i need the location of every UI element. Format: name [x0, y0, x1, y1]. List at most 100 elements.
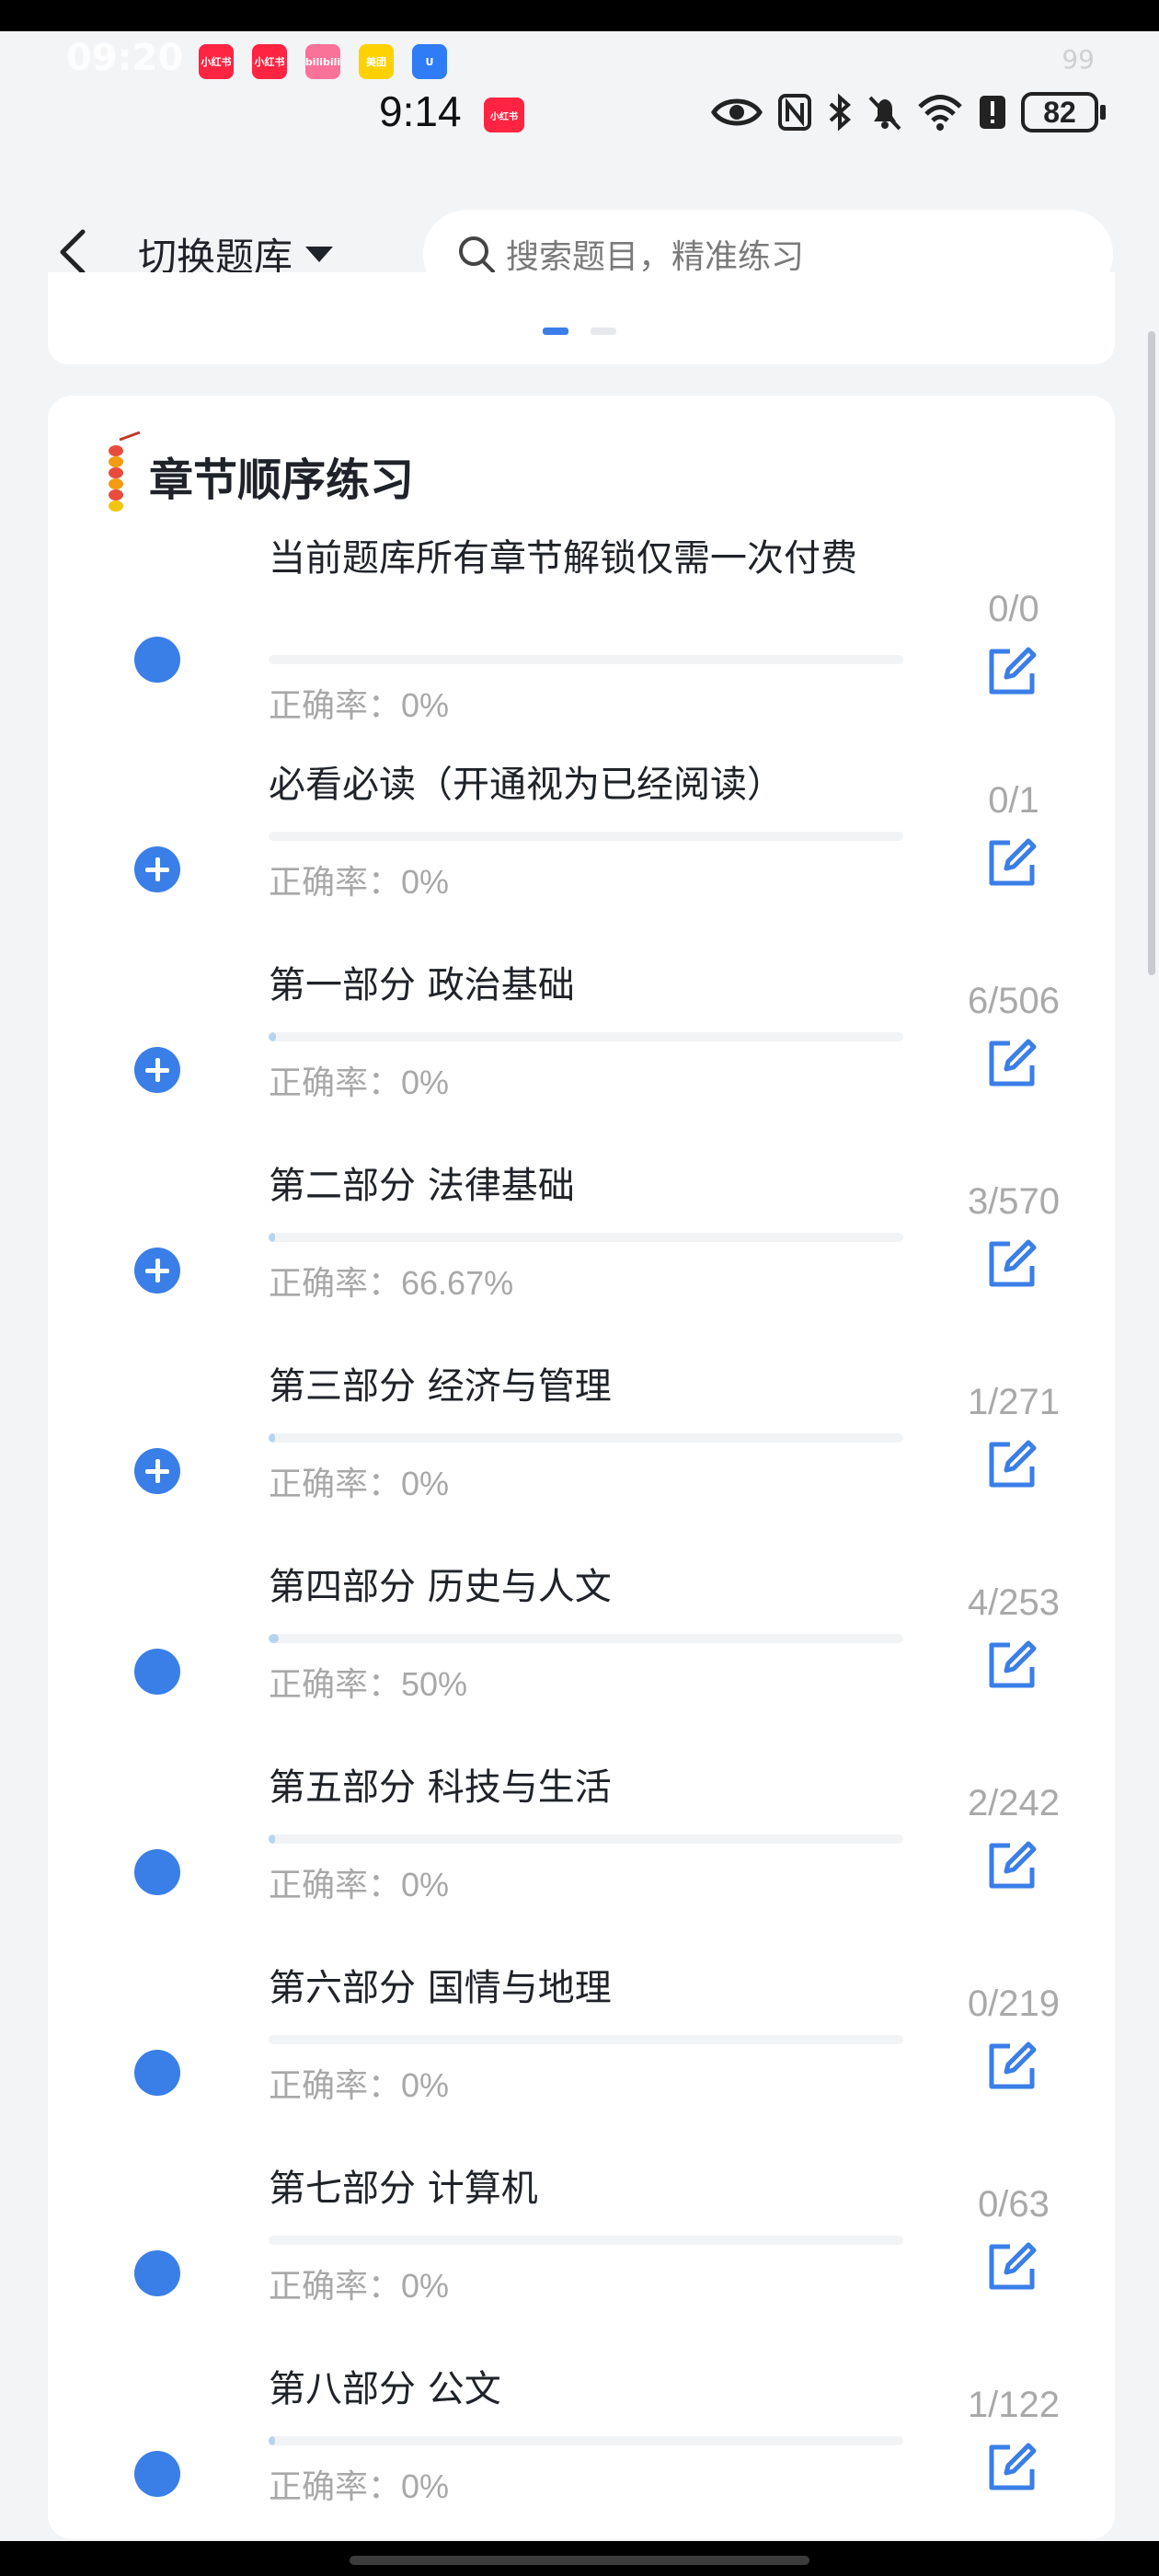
accuracy-value: 66.67% — [401, 1264, 514, 1302]
accuracy-label: 正确率： — [269, 1666, 402, 1704]
chapter-title[interactable]: 第五部分 科技与生活 — [269, 1763, 949, 1812]
progress-bar — [269, 1834, 903, 1844]
ghost-app-icon: bilibili — [305, 44, 340, 79]
chapter-row[interactable]: 第五部分 科技与生活 正确率：0% 2/242 — [48, 1763, 1115, 1963]
plus-icon-stroke — [155, 1058, 160, 1082]
question-count: 0/0 — [988, 589, 1039, 629]
question-count: 4/253 — [967, 1582, 1061, 1623]
edit-icon[interactable] — [982, 1235, 1041, 1294]
chapter-title[interactable]: 第一部分 政治基础 — [269, 960, 949, 1010]
chapter-row[interactable]: 第八部分 公文 正确率：0% 1/122 — [48, 2364, 1115, 2539]
chapter-dot[interactable] — [134, 637, 180, 683]
accuracy-text: 正确率：0% — [269, 1858, 449, 1906]
chapter-dot[interactable] — [134, 2050, 180, 2096]
edit-icon[interactable] — [982, 1435, 1041, 1494]
progress-fill — [269, 1433, 275, 1443]
accuracy-text: 正确率：0% — [269, 679, 449, 727]
search-icon — [459, 236, 495, 273]
question-count: 1/271 — [967, 1382, 1061, 1422]
question-count: 1/122 — [967, 2385, 1061, 2425]
edit-icon[interactable] — [982, 1836, 1041, 1895]
progress-bar — [269, 1032, 903, 1041]
eye-icon — [711, 98, 763, 126]
progress-bar — [269, 2236, 903, 2245]
expand-button[interactable] — [134, 1248, 180, 1294]
back-button[interactable] — [48, 224, 98, 280]
home-indicator[interactable] — [350, 2556, 809, 2565]
banner-card — [48, 272, 1115, 364]
accuracy-text: 正确率：0% — [269, 2260, 449, 2307]
edit-icon[interactable] — [982, 2438, 1041, 2497]
progress-fill — [269, 1834, 275, 1844]
chapter-title[interactable]: 第二部分 法律基础 — [269, 1161, 949, 1211]
chapter-row[interactable]: 必看必读（开通视为已经阅读） 正确率：0% 0/1 — [48, 760, 1115, 960]
progress-bar — [269, 2436, 903, 2445]
accuracy-value: 50% — [401, 1665, 468, 1703]
question-count: 0/219 — [967, 1984, 1061, 2024]
ghost-app-icon: U — [412, 44, 447, 79]
plus-icon-stroke — [155, 857, 160, 881]
accuracy-label: 正确率： — [269, 864, 402, 902]
chapter-row[interactable]: 第四部分 历史与人文正确率：50% 4/253 — [48, 1562, 1115, 1763]
chapter-row[interactable]: 第三部分 经济与管理 正确率：0% 1/271 — [48, 1362, 1115, 1562]
edit-icon[interactable] — [982, 642, 1041, 701]
chapter-title[interactable]: 当前题库所有章节解锁仅需一次付费 — [269, 534, 949, 583]
chapter-title[interactable]: 第八部分 公文 — [269, 2364, 949, 2414]
accuracy-text: 正确率：0% — [269, 2059, 449, 2107]
chapter-dot[interactable] — [134, 1849, 180, 1895]
pager-dot-active[interactable] — [543, 328, 568, 335]
battery-indicator: 82 — [1021, 92, 1106, 132]
pager-dot[interactable] — [591, 328, 616, 335]
chapter-title[interactable]: 必看必读（开通视为已经阅读） — [269, 760, 949, 810]
chapter-practice-card: 章节顺序练习 当前题库所有章节解锁仅需一次付费 正确率：0% 0/0 必看必读（开通视… — [48, 396, 1115, 2539]
edit-icon[interactable] — [982, 2237, 1041, 2296]
ghost-app-icon: 小红书 — [252, 44, 287, 79]
chapter-row[interactable]: 第六部分 国情与地理 正确率：0% 0/219 — [48, 1963, 1115, 2164]
accuracy-text: 正确率：0% — [269, 2460, 449, 2508]
accuracy-label: 正确率： — [269, 2268, 402, 2306]
progress-bar — [269, 2035, 903, 2044]
ghost-app-icon: 小红书 — [199, 44, 234, 79]
accuracy-value: 0% — [401, 2467, 450, 2505]
accuracy-value: 0% — [401, 1064, 450, 1101]
chapter-title[interactable]: 第三部分 经济与管理 — [269, 1362, 949, 1411]
chapter-row[interactable]: 第七部分 计算机 正确率：0% 0/63 — [48, 2164, 1115, 2364]
system-icons: 82 — [710, 92, 1106, 132]
accuracy-value: 0% — [401, 1866, 450, 1903]
chapter-dot[interactable] — [134, 2451, 180, 2497]
chevron-left-icon — [60, 229, 86, 275]
accuracy-text: 正确率：0% — [269, 1056, 449, 1104]
expand-button[interactable] — [134, 1448, 180, 1494]
accuracy-value: 0% — [401, 2066, 450, 2104]
chapter-dot[interactable] — [134, 1649, 180, 1695]
ghost-app-icons: 小红书 小红书 bilibili 美团 U — [199, 44, 447, 79]
chapter-dot[interactable] — [134, 2250, 180, 2296]
firecracker-icon — [109, 431, 141, 512]
accuracy-label: 正确率： — [269, 687, 402, 725]
status-bar: 9:14 小红书 82 — [0, 86, 1159, 145]
caret-down-icon — [305, 247, 334, 262]
accuracy-label: 正确率： — [269, 1064, 402, 1102]
edit-icon[interactable] — [982, 1636, 1041, 1695]
chapter-row[interactable]: 当前题库所有章节解锁仅需一次付费 正确率：0% 0/0 — [48, 534, 1115, 734]
accuracy-label: 正确率： — [269, 1867, 402, 1904]
accuracy-label: 正确率： — [269, 1466, 402, 1503]
progress-fill — [269, 2436, 275, 2445]
chapter-row[interactable]: 第二部分 法律基础 正确率：66.67% 3/570 — [48, 1161, 1115, 1362]
progress-fill — [269, 1032, 277, 1041]
question-count: 3/570 — [967, 1181, 1061, 1222]
edit-icon[interactable] — [982, 1034, 1041, 1093]
alert-icon — [980, 96, 1005, 129]
expand-button[interactable] — [134, 1047, 180, 1093]
top-black-band — [0, 0, 1159, 31]
ghost-app-icon: 美团 — [359, 44, 394, 79]
chapter-title[interactable]: 第七部分 计算机 — [269, 2164, 949, 2214]
scrollbar[interactable] — [1148, 331, 1155, 975]
edit-icon[interactable] — [982, 2037, 1041, 2096]
chapter-title[interactable]: 第六部分 国情与地理 — [269, 1963, 949, 2013]
progress-fill — [269, 1233, 275, 1242]
chapter-row[interactable]: 第一部分 政治基础 正确率：0% 6/506 — [48, 960, 1115, 1161]
edit-icon[interactable] — [982, 834, 1041, 892]
chapter-title[interactable]: 第四部分 历史与人文 — [269, 1562, 949, 1612]
expand-button[interactable] — [134, 846, 180, 892]
